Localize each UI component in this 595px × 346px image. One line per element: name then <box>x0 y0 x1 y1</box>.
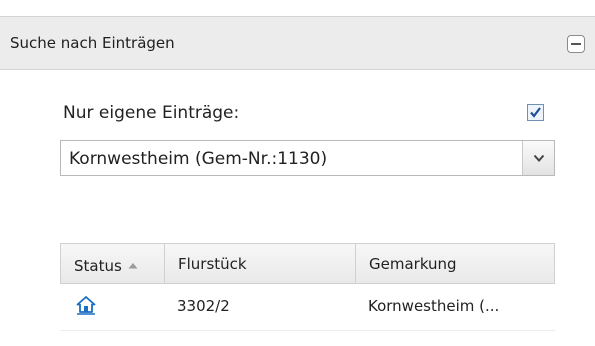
collapse-button[interactable] <box>567 35 585 53</box>
table-header: Status Flurstück Gemarkung <box>60 243 555 284</box>
sort-ascending-icon <box>128 255 138 273</box>
results-table: Status Flurstück Gemarkung 3302/2 Kornwe… <box>60 243 555 331</box>
column-header-status[interactable]: Status <box>61 244 165 283</box>
status-cell <box>60 284 164 330</box>
column-header-label: Flurstück <box>178 255 247 273</box>
checkmark-icon <box>530 107 541 118</box>
home-icon[interactable] <box>76 295 96 315</box>
column-header-label: Status <box>74 257 122 275</box>
chevron-down-icon <box>533 154 545 162</box>
minus-icon <box>571 43 581 45</box>
municipality-select[interactable]: Kornwestheim (Gem-Nr.:1130) <box>60 140 555 176</box>
table-row[interactable]: 3302/2 Kornwestheim (... <box>60 284 555 331</box>
own-entries-checkbox[interactable] <box>527 104 544 121</box>
column-header-gemarkung[interactable]: Gemarkung <box>356 244 554 283</box>
flurstueck-cell: 3302/2 <box>177 297 230 315</box>
gemarkung-cell: Kornwestheim (... <box>368 297 500 315</box>
panel-header: Suche nach Einträgen <box>0 17 595 70</box>
municipality-select-value: Kornwestheim (Gem-Nr.:1130) <box>69 149 328 169</box>
column-header-flurstueck[interactable]: Flurstück <box>165 244 356 283</box>
select-trigger-button[interactable] <box>522 141 554 175</box>
panel-title: Suche nach Einträgen <box>10 34 175 52</box>
own-entries-label: Nur eigene Einträge: <box>63 103 240 123</box>
column-header-label: Gemarkung <box>369 255 457 273</box>
